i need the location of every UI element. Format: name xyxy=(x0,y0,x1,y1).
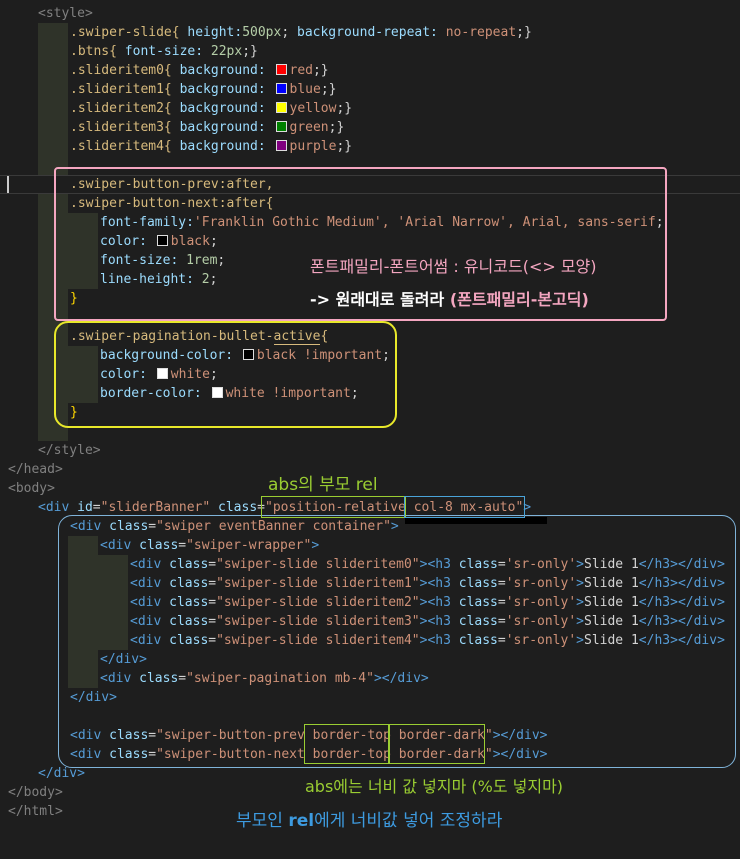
html-tag: <div xyxy=(38,500,78,515)
html-tag: </html> xyxy=(8,804,63,819)
css-property: background: xyxy=(179,120,274,135)
css-value: blue xyxy=(289,82,321,97)
font-note: 폰트패밀리-폰트어썸 : 유니코드(<> 모양) xyxy=(310,257,597,276)
code-line: .slideritem0{ background: red;} xyxy=(0,61,740,80)
css-selector: .slideritem4{ xyxy=(70,139,180,154)
html-attr: class xyxy=(210,500,258,515)
css-property: height: xyxy=(187,25,243,40)
color-swatch[interactable] xyxy=(275,121,287,132)
html-attr: id xyxy=(77,500,93,515)
highlight-col-8 xyxy=(404,496,525,518)
css-property: background: xyxy=(179,63,274,78)
css-selector: .slideritem1{ xyxy=(70,82,180,97)
color-swatch[interactable] xyxy=(275,64,287,75)
css-property: background: xyxy=(179,82,274,97)
code-line: .slideritem2{ background: yellow;} xyxy=(0,99,740,118)
code-line: .slideritem3{ background: green;} xyxy=(0,118,740,137)
css-value: 22px xyxy=(210,44,243,59)
code-line: .swiper-slide{ height:500px; background-… xyxy=(0,23,740,42)
css-property: background: xyxy=(179,139,274,154)
css-selector: .swiper-slide{ xyxy=(70,25,188,40)
code-token: <style> xyxy=(38,6,93,21)
highlight-border-dark xyxy=(389,724,485,764)
code-line: .slideritem4{ background: purple;} xyxy=(0,137,740,156)
css-selector: .slideritem0{ xyxy=(70,63,180,78)
css-value: 500px xyxy=(242,25,282,40)
css-value: green xyxy=(289,120,329,135)
code-line: .slideritem1{ background: blue;} xyxy=(0,80,740,99)
color-swatch[interactable] xyxy=(275,83,287,94)
parent-rel-note: 부모인 rel에게 너비값 넣어 조정하라 xyxy=(236,811,503,831)
css-selector: .slideritem2{ xyxy=(70,101,180,116)
abs-parent-note: abs의 부모 rel xyxy=(268,475,378,495)
css-selector: .slideritem3{ xyxy=(70,120,180,135)
css-property: font-size: xyxy=(124,44,211,59)
css-value: purple xyxy=(289,139,337,154)
css-value: yellow xyxy=(289,101,337,116)
css-property: background: xyxy=(179,101,274,116)
html-tag: </body> xyxy=(8,785,63,800)
color-swatch[interactable] xyxy=(275,102,287,113)
code-editor[interactable]: <style> .swiper-slide{ height:500px; bac… xyxy=(0,0,740,837)
yellow-annotation-box xyxy=(54,321,397,428)
highlight-border-top xyxy=(304,724,389,764)
color-swatch[interactable] xyxy=(275,140,287,151)
css-value: red xyxy=(289,63,313,78)
html-tag: </div> xyxy=(38,766,85,781)
html-tag: <body> xyxy=(8,481,55,496)
attr-value: "sliderBanner" xyxy=(100,500,211,515)
css-value: no-repeat xyxy=(445,25,517,40)
code-line: </style> xyxy=(0,441,740,460)
html-tag: </head> xyxy=(8,462,63,477)
highlight-position-relative xyxy=(261,496,406,518)
abs-width-note: abs에는 너비 값 넣지마 (%도 넣지마) xyxy=(305,777,564,796)
font-note-2: -> 원래대로 돌려라 (폰트패밀리-본고딕) xyxy=(310,290,589,309)
css-selector: .btns{ xyxy=(70,44,125,59)
css-property: background-repeat: xyxy=(297,25,446,40)
code-line: <style> xyxy=(0,4,740,23)
code-line: .btns{ font-size: 22px;} xyxy=(0,42,740,61)
html-tag: </style> xyxy=(38,443,101,458)
